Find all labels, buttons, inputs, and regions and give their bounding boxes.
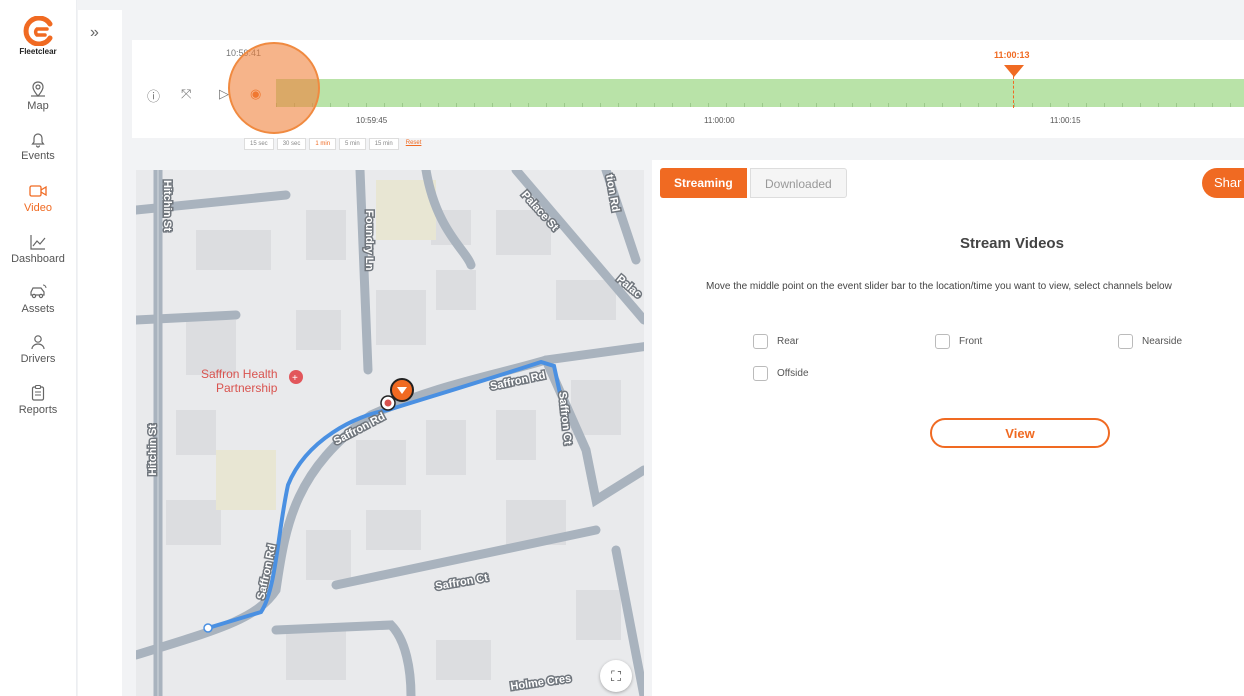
channel-label: Offside	[777, 368, 809, 379]
fullscreen-icon[interactable]: ⤧	[181, 86, 191, 102]
timeline-ticks	[276, 103, 1244, 107]
channel-label: Nearside	[1142, 336, 1183, 347]
car-icon	[30, 284, 47, 299]
zoom-reset-link[interactable]: Reset	[402, 138, 426, 150]
sidebar-item-drivers[interactable]: Drivers	[0, 333, 76, 365]
map-pin-icon	[31, 81, 45, 97]
checkbox-box[interactable]	[753, 366, 768, 381]
svg-text:+: +	[292, 373, 298, 384]
sidebar: Fleetclear Map Events Video Dashboard As…	[0, 0, 77, 696]
slider-marker-time: 11:00:13	[994, 50, 1030, 60]
click-highlight	[228, 42, 320, 134]
brand-name: Fleetclear	[19, 47, 57, 56]
zoom-options: 15 sec 30 sec 1 min 5 min 15 min Reset	[244, 138, 425, 150]
instructions-text: Move the middle point on the event slide…	[706, 281, 1172, 292]
channel-nearside-checkbox[interactable]: Nearside	[1118, 334, 1182, 349]
sidebar-item-label: Events	[21, 150, 55, 162]
slider-marker-line	[1013, 76, 1014, 108]
clipboard-icon	[31, 384, 45, 401]
svg-text:Saffron Ct: Saffron Ct	[556, 391, 574, 445]
svg-text:Hitchin St: Hitchin St	[161, 180, 173, 232]
sidebar-item-label: Drivers	[20, 353, 56, 365]
timeline-tick-label: 11:00:00	[704, 116, 735, 125]
svg-text:Saffron Ct: Saffron Ct	[434, 572, 489, 593]
tab-downloaded[interactable]: Downloaded	[750, 168, 847, 198]
svg-text:tion Rd: tion Rd	[603, 173, 621, 212]
expand-panel-button[interactable]: »	[90, 24, 99, 42]
fleetclear-logo-icon	[23, 16, 53, 46]
channel-label: Rear	[777, 336, 799, 347]
channel-label: Front	[959, 336, 983, 347]
map-view[interactable]: Hitchin St Hitchin St Foundry Ln Palace …	[136, 170, 644, 696]
channel-offside-checkbox[interactable]: Offside	[753, 366, 809, 381]
sidebar-item-label: Assets	[21, 303, 55, 315]
sidebar-item-dashboard[interactable]: Dashboard	[0, 233, 76, 265]
sidebar-item-events[interactable]: Events	[0, 130, 76, 162]
svg-text:Holme Cres: Holme Cres	[510, 673, 572, 693]
checkbox-box[interactable]	[1118, 334, 1133, 349]
checkbox-box[interactable]	[935, 334, 950, 349]
svg-text:Foundry Ln: Foundry Ln	[363, 210, 375, 271]
channel-rear-checkbox[interactable]: Rear	[753, 334, 799, 349]
zoom-5min-button[interactable]: 5 min	[339, 138, 366, 150]
sidebar-item-label: Video	[24, 202, 52, 214]
checkbox-box[interactable]	[753, 334, 768, 349]
user-icon	[31, 335, 45, 350]
video-camera-icon	[29, 185, 47, 197]
zoom-15sec-button[interactable]: 15 sec	[244, 138, 274, 150]
panel-title: Stream Videos	[960, 235, 1064, 252]
secondary-column	[78, 10, 122, 696]
zoom-1min-button[interactable]: 1 min	[309, 138, 337, 150]
zoom-30sec-button[interactable]: 30 sec	[276, 138, 307, 150]
view-button[interactable]: View	[930, 418, 1110, 448]
sidebar-item-label: Dashboard	[11, 253, 65, 265]
sidebar-item-label: Reports	[18, 404, 58, 416]
line-chart-icon	[30, 235, 46, 250]
info-icon[interactable]: ⓘ	[147, 86, 160, 105]
share-button[interactable]: Shar	[1202, 168, 1244, 198]
sidebar-item-reports[interactable]: Reports	[0, 384, 76, 416]
tab-streaming[interactable]: Streaming	[660, 168, 747, 198]
sidebar-item-video[interactable]: Video	[0, 182, 76, 214]
timeline-tick-label: 11:00:15	[1050, 116, 1081, 125]
brand-logo[interactable]: Fleetclear	[0, 16, 76, 56]
sidebar-item-map[interactable]: Map	[0, 80, 76, 112]
sidebar-item-assets[interactable]: Assets	[0, 283, 76, 315]
zoom-15min-button[interactable]: 15 min	[368, 138, 399, 150]
sidebar-item-label: Map	[27, 100, 49, 112]
svg-text:Partnership: Partnership	[216, 381, 278, 395]
timeline-tick-label: 10:59:45	[356, 116, 388, 125]
channel-front-checkbox[interactable]: Front	[935, 334, 982, 349]
svg-text:Saffron Health: Saffron Health	[201, 367, 278, 381]
bell-icon	[31, 133, 45, 148]
svg-text:Hitchin St: Hitchin St	[147, 424, 159, 476]
slider-handle[interactable]	[1004, 65, 1024, 77]
recenter-map-button[interactable]: ⛶	[600, 660, 632, 692]
map-canvas: Hitchin St Hitchin St Foundry Ln Palace …	[136, 170, 644, 696]
